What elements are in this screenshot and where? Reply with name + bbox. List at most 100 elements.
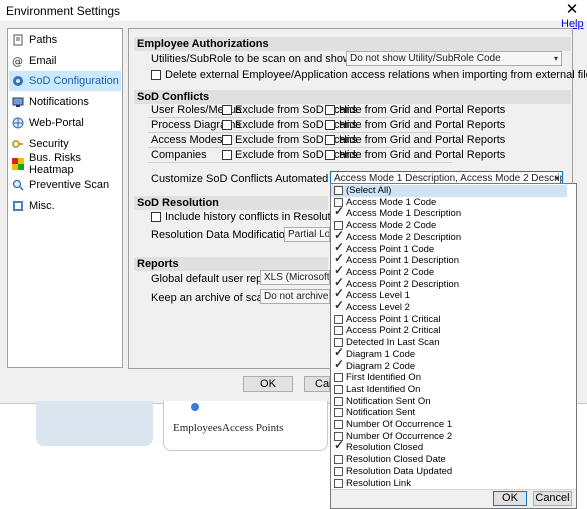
- dropdown-option[interactable]: Resolution Closed: [331, 440, 567, 454]
- dropdown-options-list: (Select All)Access Mode 1 CodeAccess Mod…: [331, 185, 575, 489]
- dropdown-option[interactable]: Notification Sent On: [331, 396, 567, 408]
- sidebar-item-label: Paths: [29, 34, 58, 46]
- dropdown-option[interactable]: Resolution Closed Date: [331, 454, 567, 466]
- checked-checkbox[interactable]: [334, 359, 344, 371]
- unchecked-checkbox[interactable]: [334, 478, 343, 488]
- employees-tab[interactable]: Employees: [173, 422, 222, 434]
- sidebar-item-label: Email: [29, 55, 57, 67]
- row-divider: [148, 147, 452, 148]
- checked-checkbox[interactable]: [334, 206, 344, 219]
- exclude-from-sod-checkbox[interactable]: [222, 150, 232, 160]
- section-employee-authorizations: Employee Authorizations: [134, 37, 571, 51]
- sidebar-item-email[interactable]: @ Email: [9, 51, 121, 71]
- dropdown-option[interactable]: Access Mode 1 Description: [331, 206, 567, 220]
- dropdown-option[interactable]: Access Point 2 Description: [331, 277, 567, 291]
- hide-from-grid-checkbox[interactable]: [325, 120, 335, 130]
- dropdown-option[interactable]: Access Point 1 Code: [331, 242, 567, 256]
- globe-icon: [12, 117, 24, 129]
- dropdown-option[interactable]: Access Mode 1 Code: [331, 197, 567, 209]
- unchecked-checkbox[interactable]: [334, 455, 343, 465]
- dropdown-option[interactable]: Resolution Data Updated: [331, 466, 567, 478]
- dropdown-option-label: Notification Sent On: [346, 395, 431, 407]
- sidebar-item-paths[interactable]: Paths: [9, 30, 121, 50]
- checked-checkbox[interactable]: [334, 440, 344, 453]
- monitor-icon: [12, 96, 24, 108]
- utilities-select[interactable]: Do not show Utility/SubRole Code ▾: [346, 51, 562, 66]
- unchecked-checkbox[interactable]: [334, 408, 343, 418]
- dropdown-option-label: Access Point 2 Code: [346, 266, 435, 278]
- sidebar-item-preventive-scan[interactable]: Preventive Scan: [9, 175, 121, 195]
- exclude-from-sod-checkbox[interactable]: [222, 120, 232, 130]
- dropdown-option-label: Access Point 1 Critical: [346, 313, 441, 325]
- dropdown-cancel-button[interactable]: Cancel: [533, 491, 572, 506]
- hide-from-grid-checkbox[interactable]: [325, 150, 335, 160]
- dropdown-option[interactable]: Access Mode 2 Code: [331, 220, 567, 232]
- dropdown-ok-button[interactable]: OK: [493, 491, 527, 506]
- unchecked-checkbox[interactable]: [334, 384, 343, 394]
- unchecked-checkbox[interactable]: [334, 396, 343, 406]
- sidebar-item-notifications[interactable]: Notifications: [9, 92, 121, 112]
- svg-text:@: @: [12, 55, 23, 67]
- dropdown-scrollbar[interactable]: [575, 186, 577, 486]
- document-icon: [12, 34, 24, 46]
- dropdown-option[interactable]: First Identified On: [331, 372, 567, 384]
- sidebar-item-bus-risks-heatmap[interactable]: Bus. Risks Heatmap: [9, 152, 121, 176]
- dropdown-option[interactable]: Notification Sent: [331, 407, 567, 419]
- row-divider: [148, 117, 452, 118]
- unchecked-checkbox[interactable]: [334, 373, 343, 383]
- dropdown-option-label: Resolution Closed Date: [346, 454, 446, 466]
- dropdown-option-label: Diagram 1 Code: [346, 348, 416, 360]
- dropdown-option[interactable]: Diagram 2 Code: [331, 359, 567, 373]
- unchecked-checkbox[interactable]: [334, 186, 343, 195]
- dropdown-option-label: Number Of Occurrence 2: [346, 430, 453, 442]
- hide-from-grid-checkbox[interactable]: [325, 105, 335, 115]
- sidebar-item-security[interactable]: Security: [9, 134, 121, 154]
- hide-from-grid-label: Hide from Grid and Portal Reports: [339, 104, 506, 116]
- log-type-value: Partial Log (n: [288, 229, 330, 240]
- dropdown-option[interactable]: Access Point 2 Critical: [331, 325, 567, 337]
- include-history-checkbox[interactable]: [151, 212, 161, 222]
- dropdown-option[interactable]: Resolution Link: [331, 478, 567, 490]
- dropdown-option[interactable]: Detected In Last Scan: [331, 337, 567, 349]
- window-title: Environment Settings: [6, 4, 121, 18]
- close-icon[interactable]: ✕: [560, 0, 584, 20]
- dropdown-option[interactable]: Last Identified On: [331, 384, 567, 396]
- unchecked-checkbox[interactable]: [334, 326, 343, 336]
- exclude-from-sod-checkbox[interactable]: [222, 105, 232, 115]
- log-type-select[interactable]: Partial Log (n: [284, 227, 330, 242]
- report-format-select[interactable]: XLS (Microsoft Exce: [260, 270, 330, 285]
- hide-from-grid-checkbox[interactable]: [325, 135, 335, 145]
- dropdown-option-label: Access Mode 1 Description: [346, 208, 462, 220]
- dropdown-option[interactable]: Access Level 1: [331, 288, 567, 302]
- dropdown-option[interactable]: Access Point 1 Critical: [331, 314, 567, 326]
- cancel-button[interactable]: Car: [304, 376, 333, 392]
- ok-button[interactable]: OK: [243, 376, 293, 392]
- archive-value: Do not archive autor: [264, 291, 329, 302]
- unchecked-checkbox[interactable]: [334, 314, 343, 324]
- unchecked-checkbox[interactable]: [334, 420, 343, 429]
- archive-select[interactable]: Do not archive autor: [260, 289, 330, 304]
- unchecked-checkbox[interactable]: [334, 466, 343, 476]
- exclude-from-sod-checkbox[interactable]: [222, 135, 232, 145]
- dropdown-option[interactable]: Diagram 1 Code: [331, 347, 567, 361]
- sidebar-item-sod-configuration[interactable]: SoD Configuration: [9, 71, 121, 91]
- row-divider: [148, 162, 452, 163]
- access-points-tab[interactable]: Access Points: [222, 422, 283, 434]
- dropdown-option-label: Access Point 1 Description: [346, 255, 459, 267]
- heatmap-icon: [12, 158, 24, 170]
- dropdown-option[interactable]: Access Point 2 Code: [331, 265, 567, 279]
- delete-external-checkbox[interactable]: [151, 70, 161, 80]
- dropdown-option[interactable]: Access Mode 2 Description: [331, 230, 567, 244]
- hide-from-grid-label: Hide from Grid and Portal Reports: [339, 149, 506, 161]
- dropdown-option[interactable]: Number Of Occurrence 2: [331, 431, 567, 443]
- dropdown-option[interactable]: Access Point 1 Description: [331, 253, 567, 267]
- section-sod-resolution: SoD Resolution: [134, 196, 328, 210]
- sidebar-item-web-portal[interactable]: Web-Portal: [9, 113, 121, 133]
- checked-checkbox[interactable]: [334, 300, 344, 312]
- dropdown-option[interactable]: (Select All): [331, 185, 567, 197]
- magnifier-icon: [12, 179, 24, 191]
- dropdown-option[interactable]: Access Level 2: [331, 300, 567, 314]
- sidebar-item-misc[interactable]: Misc.: [9, 196, 121, 216]
- dropdown-option[interactable]: Number Of Occurrence 1: [331, 419, 567, 431]
- dropdown-option-label: Resolution Closed: [346, 442, 424, 454]
